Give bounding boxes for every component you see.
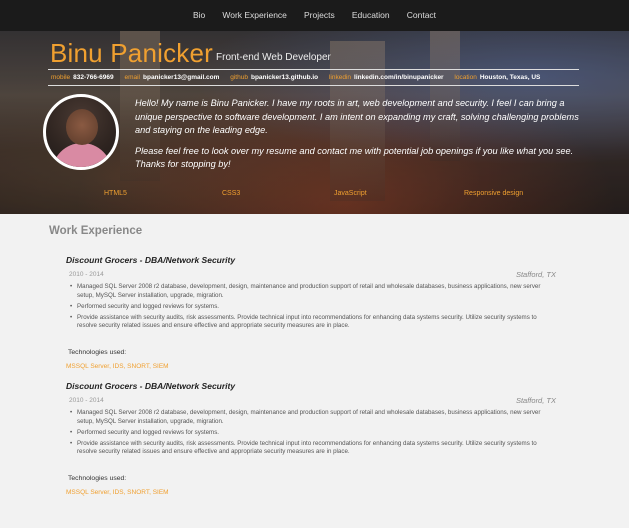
contact-linkedin-link[interactable]: linkedin.com/in/binupanicker — [354, 74, 444, 81]
contact-mobile[interactable]: 832-766-6969 — [73, 74, 113, 81]
skills-list: HTML5 CSS3 JavaScript Responsive design — [0, 190, 629, 204]
skill-item: Responsive design — [464, 190, 524, 197]
job-dates: 2010 - 2014 — [69, 397, 104, 404]
skill-item: JavaScript — [334, 190, 367, 197]
job-duty: Performed security and logged reviews fo… — [69, 429, 557, 438]
nav-link-education[interactable]: Education — [352, 0, 390, 31]
contact-bar: mobile 832-766-6969 email bpanicker13@gmai… — [48, 69, 579, 86]
job-location: Stafford, TX — [515, 396, 556, 405]
job-title[interactable]: Discount Grocers - DBA/Network Security — [66, 255, 556, 265]
job-duties-list: Managed SQL Server 2008 r2 database, dev… — [69, 409, 557, 459]
job-entry: Discount Grocers - DBA/Network Security … — [66, 381, 556, 501]
job-duty: Managed SQL Server 2008 r2 database, dev… — [69, 409, 557, 426]
job-duty: Managed SQL Server 2008 r2 database, dev… — [69, 283, 557, 300]
skill-item: CSS3 — [222, 190, 241, 197]
top-navbar: Bio Work Experience Projects Education C… — [0, 0, 629, 31]
avatar-shirt — [52, 143, 112, 167]
job-entry: Discount Grocers - DBA/Network Security … — [66, 255, 556, 375]
role-subtitle: Front-end Web Developer — [216, 52, 331, 63]
bio-paragraph: Hello! My name is Binu Panicker. I have … — [135, 98, 579, 135]
contact-github-link[interactable]: bpanicker13.github.io — [251, 74, 318, 81]
nav-link-projects[interactable]: Projects — [304, 0, 335, 31]
technologies-label: Technologies used: — [68, 349, 127, 356]
contact-label-linkedin: linkedin — [328, 74, 352, 81]
job-duty: Provide assistance with security audits,… — [69, 314, 557, 331]
nav-link-work-experience[interactable]: Work Experience — [222, 0, 287, 31]
job-dates: 2010 - 2014 — [69, 271, 104, 278]
nav-link-bio[interactable]: Bio — [193, 0, 205, 31]
skill-item: HTML5 — [104, 190, 127, 197]
job-location: Stafford, TX — [515, 270, 556, 279]
technologies-label: Technologies used: — [68, 475, 127, 482]
job-duty: Performed security and logged reviews fo… — [69, 303, 557, 312]
contact-label-mobile: mobile — [51, 74, 71, 81]
contact-label-github: github — [230, 74, 248, 81]
bio-paragraph: Please feel free to look over my resume … — [135, 145, 574, 170]
contact-label-email: email — [124, 74, 140, 81]
profile-avatar — [43, 94, 119, 170]
section-title-work-experience: Work Experience — [49, 225, 143, 237]
job-title[interactable]: Discount Grocers - DBA/Network Security — [66, 381, 556, 391]
page-title-name: Binu Panicker — [50, 38, 214, 68]
contact-email-link[interactable]: bpanicker13@gmail.com — [143, 74, 219, 81]
technologies-list: MSSQL Server, IDS, SNORT, SIEM — [66, 489, 169, 496]
nav-link-contact[interactable]: Contact — [407, 0, 436, 31]
job-duty: Provide assistance with security audits,… — [69, 440, 557, 457]
avatar-face — [66, 109, 98, 145]
contact-location: Houston, Texas, US — [479, 74, 541, 81]
contact-label-location: location — [454, 74, 477, 81]
technologies-list: MSSQL Server, IDS, SNORT, SIEM — [66, 363, 169, 370]
bio-text: Hello! My name is Binu Panicker. I have … — [135, 97, 585, 179]
job-duties-list: Managed SQL Server 2008 r2 database, dev… — [69, 283, 557, 333]
hero-header: Binu Panicker Front-end Web Developer mo… — [0, 31, 629, 214]
